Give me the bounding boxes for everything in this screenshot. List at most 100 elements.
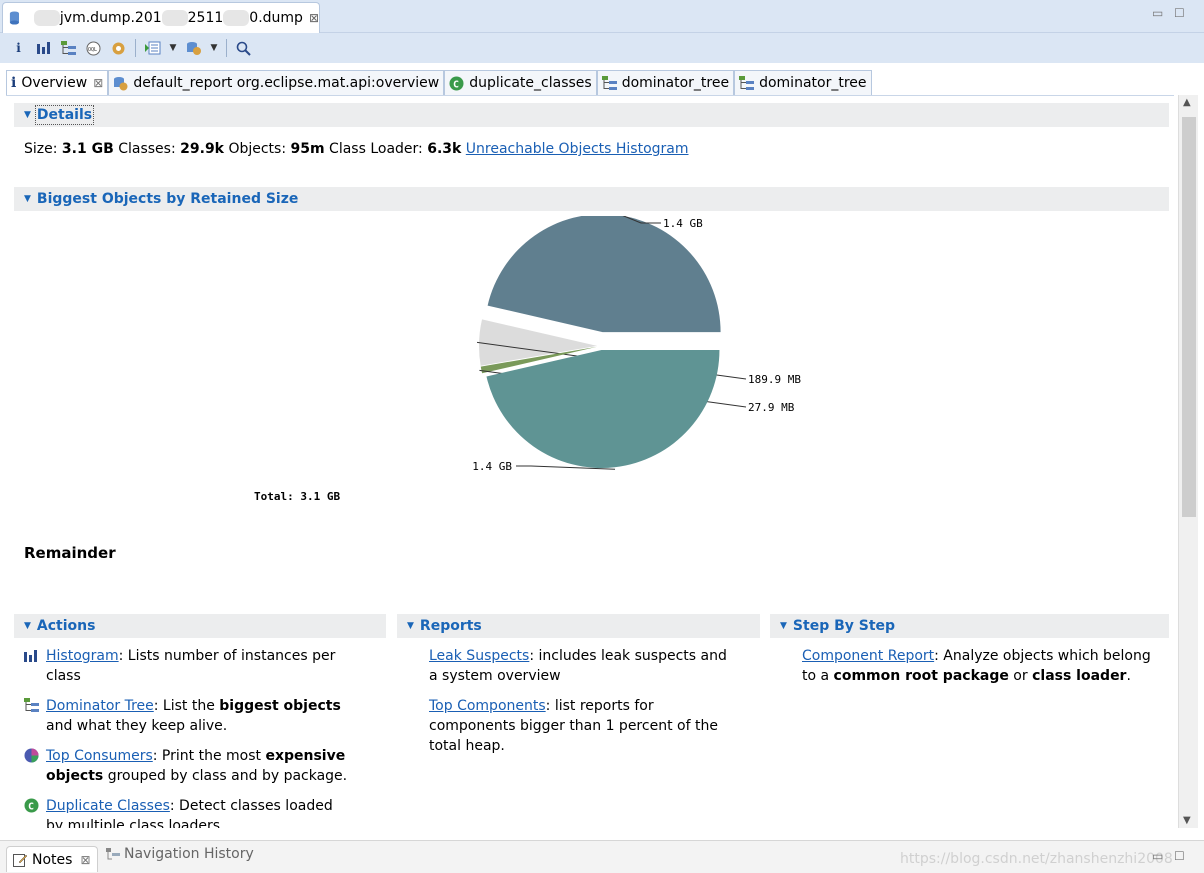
pie-total-label: Total: 3.1 GB — [254, 490, 340, 503]
chevron-down-icon[interactable]: ▼ — [169, 40, 177, 57]
editor-toolbar: i OQL ▼ ▼ — [0, 33, 1204, 63]
reports-section-header[interactable]: ▼ Reports — [397, 614, 760, 638]
maximize-icon[interactable]: ☐ — [1174, 6, 1185, 20]
query-browser-icon[interactable] — [185, 40, 202, 57]
collapse-triangle-icon: ▼ — [24, 110, 31, 120]
minimize-icon[interactable]: ▭ — [1152, 6, 1163, 20]
info-icon[interactable]: i — [10, 40, 27, 57]
histogram-icon — [24, 648, 37, 668]
heap-dump-overview-icon[interactable] — [110, 40, 127, 57]
editor-tab-heap-dump[interactable]: jvm.dump.201 2511 0.dump ⊠ — [2, 2, 320, 33]
chevron-down-icon[interactable]: ▼ — [210, 40, 218, 57]
info-icon: i — [11, 75, 17, 91]
step-by-step-section-header[interactable]: ▼ Step By Step — [770, 614, 1169, 638]
vertical-scrollbar[interactable]: ▲ ▼ — [1178, 95, 1198, 828]
section-title: Step By Step — [792, 618, 896, 634]
leak-suspects-link[interactable]: Leak Suspects — [429, 648, 529, 664]
close-icon[interactable]: ⊠ — [93, 76, 103, 90]
tab-navigation-history[interactable]: Navigation History — [106, 846, 254, 862]
reports-list: Leak Suspects: includes leak suspects an… — [407, 646, 737, 766]
toolbar-separator — [135, 39, 136, 57]
tab-dominator-tree[interactable]: dominator_tree — [734, 70, 872, 95]
remainder-label: Remainder — [24, 544, 116, 562]
tab-label: Notes — [32, 851, 73, 868]
toolbar-separator — [226, 39, 227, 57]
redacted-block — [33, 10, 60, 26]
details-summary: Size: 3.1 GB Classes: 29.9k Objects: 95m… — [24, 141, 689, 157]
svg-text:C: C — [28, 802, 34, 813]
dominator-tree-icon — [739, 75, 755, 91]
watermark: https://blog.csdn.net/zhanshenzhi2008 — [900, 851, 1173, 867]
scroll-up-icon[interactable]: ▲ — [1183, 97, 1191, 108]
list-item: Top Components: list reports for compone… — [429, 698, 718, 754]
editor-tab-bar: jvm.dump.201 2511 0.dump ⊠ ▭ ☐ — [0, 0, 1204, 33]
notes-icon — [13, 853, 28, 867]
tab-label: dominator_tree — [759, 75, 867, 91]
page-tab-bar: i Overview ⊠ default_report org.eclipse.… — [6, 70, 872, 95]
histogram-link[interactable]: Histogram — [46, 648, 119, 664]
duplicate-classes-icon: C — [24, 798, 39, 819]
tab-label: Overview — [21, 75, 88, 91]
heap-dump-icon — [9, 11, 20, 25]
list-item: Component Report: Analyze objects which … — [802, 648, 1151, 684]
dominator-tree-link[interactable]: Dominator Tree — [46, 698, 154, 714]
dominator-tree-icon — [24, 698, 39, 719]
list-item: Top Consumers: Print the most expensive … — [24, 746, 354, 786]
close-icon[interactable]: ⊠ — [80, 853, 90, 867]
oql-icon[interactable]: OQL — [85, 40, 102, 57]
redacted-block — [223, 10, 250, 26]
biggest-objects-section-header[interactable]: ▼ Biggest Objects by Retained Size — [14, 187, 1169, 211]
top-consumers-link[interactable]: Top Consumers — [46, 748, 153, 764]
scroll-down-icon[interactable]: ▼ — [1183, 815, 1191, 826]
step-by-step-list: Component Report: Analyze objects which … — [780, 646, 1160, 696]
tab-duplicate-classes[interactable]: C duplicate_classes — [444, 70, 597, 95]
tab-notes[interactable]: Notes ⊠ — [6, 846, 98, 872]
tab-default-report[interactable]: default_report org.eclipse.mat.api:overv… — [108, 70, 445, 95]
list-item: C Duplicate Classes: Detect classes load… — [24, 796, 354, 828]
collapse-triangle-icon: ▼ — [407, 621, 414, 631]
dominator-tree-icon[interactable] — [60, 40, 77, 57]
collapse-triangle-icon: ▼ — [24, 621, 31, 631]
tab-overview[interactable]: i Overview ⊠ — [6, 70, 109, 95]
pie-slice-label: 27.9 MB — [748, 401, 795, 414]
tab-label: dominator_tree — [621, 75, 730, 91]
svg-text:OQL: OQL — [88, 47, 97, 53]
overview-content: ▼ Details Size: 3.1 GB Classes: 29.9k Ob… — [6, 95, 1174, 828]
svg-text:C: C — [453, 79, 459, 90]
bottom-view-bar: Notes ⊠ Navigation History https://blog.… — [0, 840, 1204, 873]
pie-slice-label: 1.4 GB — [663, 217, 703, 230]
top-components-link[interactable]: Top Components — [429, 698, 546, 714]
pie-slice — [487, 216, 721, 333]
find-object-icon[interactable] — [235, 40, 252, 57]
actions-section-header[interactable]: ▼ Actions — [14, 614, 386, 638]
duplicate-classes-icon: C — [449, 76, 464, 91]
editor-tab-title-part: 0.dump — [249, 10, 303, 26]
duplicate-classes-link[interactable]: Duplicate Classes — [46, 798, 170, 814]
collapse-triangle-icon: ▼ — [24, 194, 31, 204]
navigation-history-icon — [106, 847, 120, 859]
tab-dominator-tree[interactable]: dominator_tree — [596, 70, 735, 95]
collapse-triangle-icon: ▼ — [780, 621, 787, 631]
close-icon[interactable]: ⊠ — [309, 11, 319, 25]
pie-slice — [486, 349, 720, 468]
details-section-header[interactable]: ▼ Details — [14, 103, 1169, 127]
histogram-icon[interactable] — [35, 40, 52, 57]
list-item: Histogram: Lists number of instances per… — [24, 646, 354, 686]
section-title: Biggest Objects by Retained Size — [36, 191, 299, 207]
scrollbar-thumb[interactable] — [1182, 117, 1196, 517]
report-icon — [113, 76, 128, 91]
maximize-icon[interactable]: ☐ — [1174, 849, 1185, 863]
editor-tab-title-part: jvm.dump.201 — [59, 10, 162, 26]
list-item: Leak Suspects: includes leak suspects an… — [429, 648, 727, 684]
dominator-tree-icon — [601, 75, 617, 91]
tab-label: Navigation History — [124, 846, 254, 862]
tab-label: duplicate_classes — [469, 75, 592, 91]
section-title: Reports — [419, 618, 482, 634]
run-expert-report-icon[interactable] — [144, 40, 161, 57]
editor-tab-title-part: 2511 — [187, 10, 224, 26]
redacted-block — [161, 10, 188, 26]
component-report-link[interactable]: Component Report — [802, 648, 934, 664]
minimize-icon[interactable]: ▭ — [1152, 849, 1163, 863]
unreachable-objects-link[interactable]: Unreachable Objects Histogram — [466, 141, 689, 157]
retained-size-pie-chart: 1.4 GB 189.9 MB 27.9 MB 1.4 GB Total: 3.1 GB — [254, 216, 801, 503]
